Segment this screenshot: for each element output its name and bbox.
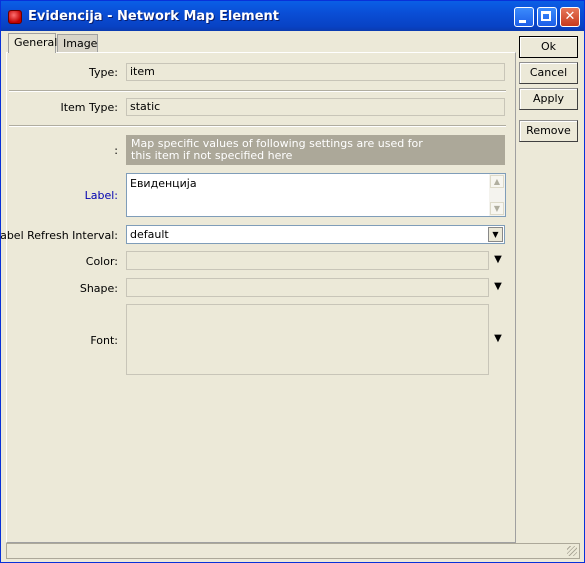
color-dropdown-icon[interactable]: ▼ bbox=[491, 253, 505, 267]
shape-label: Shape: bbox=[79, 282, 118, 295]
label-scrollbar[interactable]: ▲ ▼ bbox=[489, 174, 505, 216]
color-label: Color: bbox=[85, 255, 118, 268]
tab-general[interactable]: General bbox=[8, 33, 57, 53]
maximize-button[interactable] bbox=[537, 7, 557, 27]
font-label: Font: bbox=[90, 334, 118, 347]
cancel-button[interactable]: Cancel bbox=[519, 62, 578, 84]
map-values-note: Map specific values of following setting… bbox=[126, 135, 505, 165]
app-icon bbox=[8, 10, 22, 24]
status-bar bbox=[6, 543, 580, 559]
label-refresh-label: Label Refresh Interval: bbox=[0, 229, 118, 242]
color-field[interactable] bbox=[126, 251, 489, 270]
label-refresh-select[interactable]: default ▼ bbox=[126, 225, 505, 244]
scroll-down-icon[interactable]: ▼ bbox=[490, 202, 504, 215]
close-icon: ✕ bbox=[564, 9, 576, 24]
scroll-up-icon[interactable]: ▲ bbox=[490, 175, 504, 188]
label-field-label: Label: bbox=[84, 189, 118, 202]
dropdown-arrow-icon[interactable]: ▼ bbox=[488, 227, 503, 242]
remove-button[interactable]: Remove bbox=[519, 120, 578, 142]
minimize-button[interactable] bbox=[514, 7, 534, 27]
window-title: Evidencija - Network Map Element bbox=[28, 9, 279, 24]
ok-button[interactable]: Ok bbox=[519, 36, 578, 58]
note-label: : bbox=[114, 144, 118, 157]
separator bbox=[9, 125, 506, 127]
dialog-window: Evidencija - Network Map Element ✕ Gener… bbox=[0, 0, 585, 563]
type-label: Type: bbox=[89, 66, 118, 79]
item-type-label: Item Type: bbox=[60, 101, 118, 114]
minimize-icon bbox=[519, 20, 526, 23]
shape-dropdown-icon[interactable]: ▼ bbox=[491, 280, 505, 294]
maximize-icon bbox=[541, 11, 551, 21]
title-bar[interactable]: Evidencija - Network Map Element ✕ bbox=[1, 1, 584, 31]
label-refresh-value: default bbox=[130, 228, 169, 241]
type-field: item bbox=[126, 63, 505, 81]
resize-grip-icon[interactable] bbox=[567, 546, 577, 556]
item-type-field: static bbox=[126, 98, 505, 116]
separator bbox=[9, 90, 506, 92]
font-dropdown-icon[interactable]: ▼ bbox=[491, 332, 505, 346]
font-field[interactable] bbox=[126, 304, 489, 375]
close-button[interactable]: ✕ bbox=[560, 7, 580, 27]
label-textarea[interactable]: Евиденција ▲ ▼ bbox=[126, 173, 506, 217]
apply-button[interactable]: Apply bbox=[519, 88, 578, 110]
shape-field[interactable] bbox=[126, 278, 489, 297]
note-line-2: this item if not specified here bbox=[131, 149, 293, 162]
label-text: Евиденција bbox=[130, 177, 197, 190]
tab-image[interactable]: Image bbox=[57, 34, 98, 52]
